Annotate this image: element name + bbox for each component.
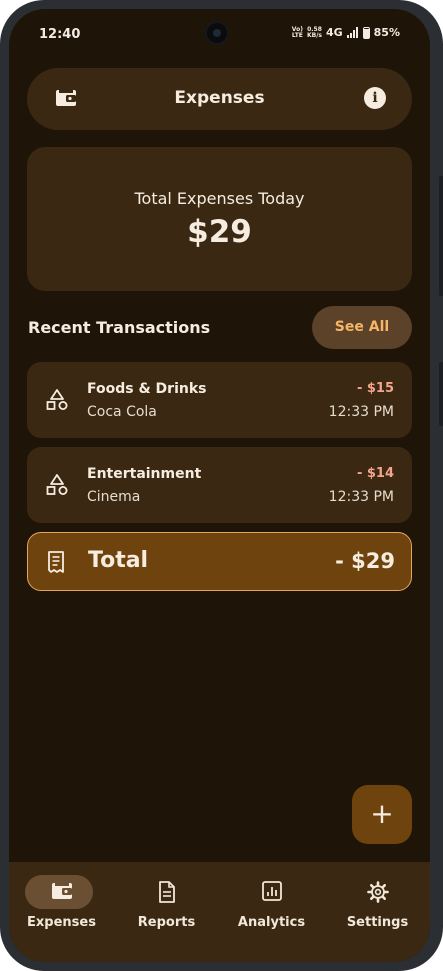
wallet-icon	[9, 881, 114, 901]
speed-unit: KB/s	[306, 31, 322, 39]
page-title: Expenses	[174, 88, 265, 108]
app-screen: 12:40 Vo) LTE 0.58 KB/s 4G 85% Expenses …	[9, 9, 430, 962]
gear-icon	[325, 881, 430, 903]
transaction-description: Coca Cola	[87, 404, 157, 420]
nav-label: Reports	[137, 915, 196, 930]
nav-item-settings[interactable]: Settings	[325, 862, 430, 950]
nav-label: Expenses	[27, 915, 96, 930]
signal-icon	[346, 27, 358, 38]
bar-chart-icon	[219, 881, 324, 901]
transaction-item[interactable]: Entertainment Cinema - $14 12:33 PM	[27, 447, 412, 523]
nav-item-analytics[interactable]: Analytics	[219, 862, 324, 950]
nav-label: Settings	[346, 915, 409, 930]
transaction-category: Entertainment	[87, 466, 202, 482]
receipt-icon	[46, 550, 66, 578]
transaction-time: 12:33 PM	[328, 489, 394, 505]
nav-label: Analytics	[237, 915, 306, 930]
battery-percent: 85%	[373, 26, 400, 39]
phone-frame: 12:40 Vo) LTE 0.58 KB/s 4G 85% Expenses …	[0, 0, 443, 971]
category-icon	[46, 474, 68, 500]
bottom-navigation: Expenses Reports Analytics Settings	[9, 862, 430, 962]
total-today-card: Total Expenses Today $29	[27, 147, 412, 291]
transaction-amount: - $15	[356, 381, 394, 396]
total-value: - $29	[335, 549, 395, 573]
see-all-button[interactable]: See All	[312, 306, 412, 349]
power-button	[439, 176, 443, 296]
recent-transactions-title: Recent Transactions	[28, 318, 211, 337]
nav-item-expenses[interactable]: Expenses	[9, 862, 114, 950]
transaction-amount: - $14	[356, 466, 394, 481]
volte-indicator: Vo) LTE	[291, 26, 303, 39]
volte-bottom: LTE	[291, 31, 303, 39]
volume-button	[439, 362, 443, 426]
category-icon	[46, 389, 68, 415]
transaction-description: Cinema	[87, 489, 141, 505]
nav-item-reports[interactable]: Reports	[114, 862, 219, 950]
transaction-time: 12:33 PM	[328, 404, 394, 420]
front-camera	[207, 23, 227, 43]
total-label: Total	[88, 548, 149, 573]
total-card: Total - $29	[27, 532, 412, 591]
transaction-category: Foods & Drinks	[87, 381, 207, 397]
total-today-amount: $29	[187, 214, 252, 250]
transaction-item[interactable]: Foods & Drinks Coca Cola - $15 12:33 PM	[27, 362, 412, 438]
document-icon	[114, 881, 219, 903]
total-today-label: Total Expenses Today	[134, 189, 305, 208]
info-icon[interactable]: i	[364, 87, 386, 109]
battery-icon	[362, 26, 370, 39]
app-bar: Expenses i	[27, 68, 412, 130]
network-speed: 0.58 KB/s	[306, 26, 322, 39]
status-time: 12:40	[39, 27, 81, 42]
add-expense-button[interactable]: +	[352, 785, 412, 844]
network-type: 4G	[325, 26, 343, 39]
status-bar: 12:40 Vo) LTE 0.58 KB/s 4G 85%	[9, 9, 430, 59]
status-icons: Vo) LTE 0.58 KB/s 4G 85%	[292, 26, 400, 39]
